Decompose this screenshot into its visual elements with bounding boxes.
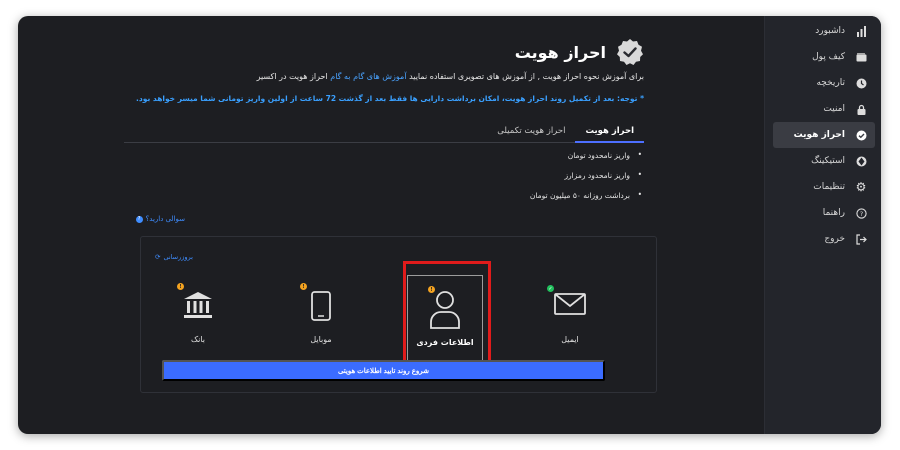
envelope-icon [554,293,586,315]
help-icon: ? [855,207,867,219]
refresh-label: بروزرسانی [163,253,193,261]
sidebar-item-label: تنظیمات [813,182,845,192]
sidebar-item-wallet[interactable]: کیف پول [773,44,875,70]
sidebar-item-logout[interactable]: خروج [773,226,875,252]
refresh-button[interactable]: بروزرسانی ⟳ [155,253,193,261]
sidebar-item-dashboard[interactable]: داشبورد [773,18,875,44]
tab-kyc[interactable]: احراز هویت [575,123,644,143]
warning-icon: ! [177,283,184,290]
intro-text: برای آموزش نحوه احراز هویت , از آموزش ها… [257,72,644,81]
step-bank[interactable]: ! بانک [161,277,235,363]
check-icon: ✓ [547,285,554,292]
sidebar-item-label: کیف پول [812,52,845,62]
step-label: بانک [190,335,206,344]
sidebar-item-label: داشبورد [815,26,845,36]
sidebar-item-staking[interactable]: استیکینگ [773,148,875,174]
main-content: احراز هویت برای آموزش نحوه احراز هویت , … [18,16,764,434]
step-mobile[interactable]: ! موبایل [284,277,358,363]
page-title: احراز هویت [514,42,606,62]
svg-text:?: ? [859,210,862,218]
refresh-icon: ⟳ [155,253,161,261]
feature-list: واریز نامحدود تومان واریز نامحدود رمزارز… [530,150,644,211]
step-label: ایمیل [561,335,579,344]
warning-icon: ! [300,283,307,290]
tutorial-link[interactable]: آموزش های گام به گام [330,72,406,81]
sidebar-item-kyc[interactable]: احراز هویت [773,122,875,148]
clock-icon [855,77,867,89]
faq-label: سوالی دارید؟ [145,215,185,223]
staking-icon [855,155,867,167]
intro-text-before: برای آموزش نحوه احراز هویت , از آموزش ها… [409,72,644,81]
start-verification-button[interactable]: شروع روند تایید اطلاعات هویتی [162,360,605,381]
list-item: واریز نامحدود رمزارز [530,170,644,180]
list-item: برداشت روزانه ۵۰ میلیون تومان [530,190,644,200]
sidebar-item-label: راهنما [822,208,845,218]
kyc-tabs: احراز هویت احراز هویت تکمیلی [124,123,644,143]
sidebar-item-label: خروج [824,234,845,244]
sidebar-item-label: تاریخچه [816,78,845,88]
wallet-icon [855,51,867,63]
sidebar: داشبورد کیف پول تاریخچه امنیت احراز هویت [764,16,881,434]
bank-icon [184,292,212,318]
lock-icon [855,103,867,115]
sidebar-item-label: امنیت [823,104,845,114]
chart-bars-icon [855,25,867,37]
sidebar-item-history[interactable]: تاریخچه [773,70,875,96]
sidebar-item-help[interactable]: ? راهنما [773,200,875,226]
intro-text-after: احراز هویت در اکسیر [256,72,328,81]
app-window: داشبورد کیف پول تاریخچه امنیت احراز هویت [18,16,881,434]
mobile-icon [311,291,331,321]
page-header: احراز هویت [515,38,644,66]
step-email[interactable]: ✓ ایمیل [533,277,607,363]
sidebar-item-label: استیکینگ [811,156,845,166]
highlight-box [403,261,491,367]
gear-icon: ⚙ [855,180,867,194]
sidebar-item-security[interactable]: امنیت [773,96,875,122]
list-item: واریز نامحدود تومان [530,150,644,160]
withdrawal-notice: * توجه: بعد از تکمیل روند احراز هویت، ام… [136,94,644,103]
logout-icon [855,233,867,245]
step-label: موبایل [310,335,332,344]
faq-link[interactable]: سوالی دارید؟ ? [135,215,185,223]
verification-card: بروزرسانی ⟳ ✓ ایمیل ! اطلاعات فردی ! موب… [140,236,657,393]
question-icon: ? [135,215,143,223]
check-badge-icon [855,129,867,141]
tab-advanced-kyc[interactable]: احراز هویت تکمیلی [487,123,575,143]
sidebar-item-label: احراز هویت [793,130,845,140]
sidebar-item-settings[interactable]: ⚙ تنظیمات [773,174,875,200]
verified-badge-icon [617,39,643,65]
